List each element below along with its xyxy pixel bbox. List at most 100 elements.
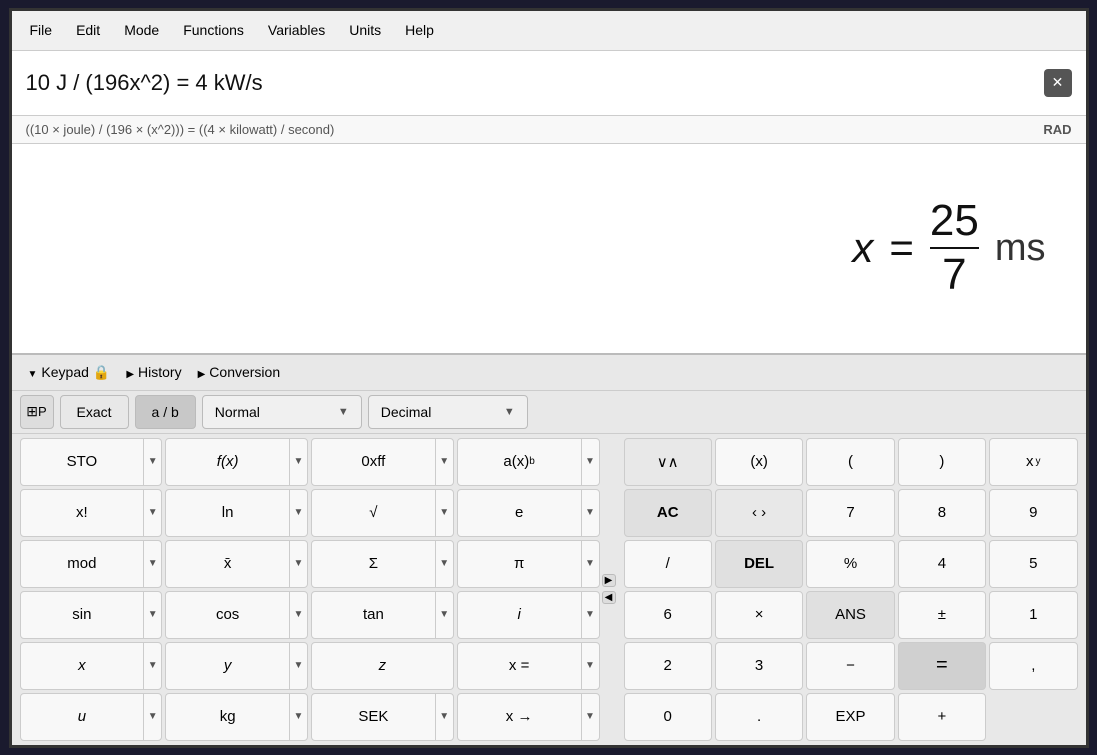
- kg-arrow[interactable]: ▼: [289, 694, 307, 740]
- paren-x-button[interactable]: (x): [715, 438, 803, 486]
- axb-arrow[interactable]: ▼: [581, 439, 599, 485]
- sto-arrow[interactable]: ▼: [143, 439, 161, 485]
- imaginary-arrow[interactable]: ▼: [581, 592, 599, 638]
- menu-bar: File Edit Mode Functions Variables Units…: [12, 11, 1086, 51]
- exact-button[interactable]: Exact: [60, 395, 129, 429]
- fx-arrow[interactable]: ▼: [289, 439, 307, 485]
- sigma-button[interactable]: Σ ▼: [311, 540, 454, 588]
- del-button[interactable]: DEL: [715, 540, 803, 588]
- equals-button[interactable]: =: [898, 642, 986, 690]
- exp-button[interactable]: EXP: [806, 693, 894, 741]
- tan-button[interactable]: tan ▼: [311, 591, 454, 639]
- axb-button[interactable]: a(x)b ▼: [457, 438, 600, 486]
- cos-arrow[interactable]: ▼: [289, 592, 307, 638]
- xeq-arrow[interactable]: ▼: [581, 643, 599, 689]
- result-fraction: 25 7: [930, 197, 979, 300]
- minus-button[interactable]: −: [806, 642, 894, 690]
- var-u-button[interactable]: u ▼: [20, 693, 163, 741]
- comma-button[interactable]: ,: [989, 642, 1077, 690]
- nav-updown-button[interactable]: ∨∧: [624, 438, 712, 486]
- tan-arrow[interactable]: ▼: [435, 592, 453, 638]
- euler-button[interactable]: e ▼: [457, 489, 600, 537]
- pi-arrow[interactable]: ▼: [581, 541, 599, 587]
- xarrow-button[interactable]: x → ▼: [457, 693, 600, 741]
- percent-button[interactable]: %: [806, 540, 894, 588]
- menu-mode[interactable]: Mode: [114, 18, 169, 42]
- var-x-button[interactable]: x ▼: [20, 642, 163, 690]
- fraction-button[interactable]: a / b: [135, 395, 196, 429]
- menu-functions[interactable]: Functions: [173, 18, 254, 42]
- expand-right-arrow[interactable]: ▶: [602, 574, 616, 587]
- decimal-dropdown[interactable]: Decimal ▼: [368, 395, 528, 429]
- keypad-left: STO ▼ f(x) ▼ 0xff ▼ a(x)b ▼ x!: [20, 438, 600, 741]
- var-y-button[interactable]: y ▼: [165, 642, 308, 690]
- var-y-arrow[interactable]: ▼: [289, 643, 307, 689]
- digit-0-button[interactable]: 0: [624, 693, 712, 741]
- var-z-button[interactable]: z: [311, 642, 454, 690]
- var-u-arrow[interactable]: ▼: [143, 694, 161, 740]
- sek-button[interactable]: SEK ▼: [311, 693, 454, 741]
- digit-2-button[interactable]: 2: [624, 642, 712, 690]
- plusminus-button[interactable]: ±: [898, 591, 986, 639]
- digit-4-button[interactable]: 4: [898, 540, 986, 588]
- kg-button[interactable]: kg ▼: [165, 693, 308, 741]
- digit-6-button[interactable]: 6: [624, 591, 712, 639]
- fx-button[interactable]: f(x) ▼: [165, 438, 308, 486]
- digit-5-button[interactable]: 5: [989, 540, 1077, 588]
- divide-button[interactable]: /: [624, 540, 712, 588]
- expression-line: ((10 × joule) / (196 × (x^2))) = ((4 × k…: [12, 116, 1086, 144]
- digit-8-button[interactable]: 8: [898, 489, 986, 537]
- menu-help[interactable]: Help: [395, 18, 444, 42]
- digit-7-button[interactable]: 7: [806, 489, 894, 537]
- factorial-button[interactable]: x! ▼: [20, 489, 163, 537]
- normal-dropdown[interactable]: Normal ▼: [202, 395, 362, 429]
- hex-arrow[interactable]: ▼: [435, 439, 453, 485]
- factorial-arrow[interactable]: ▼: [143, 490, 161, 536]
- sigma-arrow[interactable]: ▼: [435, 541, 453, 587]
- mod-arrow[interactable]: ▼: [143, 541, 161, 587]
- mod-button[interactable]: mod ▼: [20, 540, 163, 588]
- ac-button[interactable]: AC: [624, 489, 712, 537]
- plus-button[interactable]: +: [898, 693, 986, 741]
- expression-input[interactable]: [26, 70, 1044, 96]
- sek-arrow[interactable]: ▼: [435, 694, 453, 740]
- ans-button[interactable]: ANS: [806, 591, 894, 639]
- history-toggle[interactable]: History: [120, 361, 187, 383]
- keypad-label: Keypad: [41, 364, 88, 380]
- euler-arrow[interactable]: ▼: [581, 490, 599, 536]
- menu-units[interactable]: Units: [339, 18, 391, 42]
- sqrt-button[interactable]: √ ▼: [311, 489, 454, 537]
- open-paren-button[interactable]: (: [806, 438, 894, 486]
- mean-button[interactable]: x̄ ▼: [165, 540, 308, 588]
- digit-3-button[interactable]: 3: [715, 642, 803, 690]
- pi-button[interactable]: π ▼: [457, 540, 600, 588]
- clear-button[interactable]: ✕: [1044, 69, 1072, 97]
- sin-button[interactable]: sin ▼: [20, 591, 163, 639]
- xarrow-arrow[interactable]: ▼: [581, 694, 599, 740]
- mean-arrow[interactable]: ▼: [289, 541, 307, 587]
- sqrt-arrow[interactable]: ▼: [435, 490, 453, 536]
- hex-button[interactable]: 0xff ▼: [311, 438, 454, 486]
- menu-variables[interactable]: Variables: [258, 18, 335, 42]
- digit-9-button[interactable]: 9: [989, 489, 1077, 537]
- ln-arrow[interactable]: ▼: [289, 490, 307, 536]
- grid-view-button[interactable]: ⊞ P: [20, 395, 54, 429]
- nav-leftright-button[interactable]: ‹ ›: [715, 489, 803, 537]
- multiply-button[interactable]: ×: [715, 591, 803, 639]
- imaginary-button[interactable]: i ▼: [457, 591, 600, 639]
- menu-file[interactable]: File: [20, 18, 63, 42]
- conversion-toggle[interactable]: Conversion: [192, 361, 287, 383]
- menu-edit[interactable]: Edit: [66, 18, 110, 42]
- expand-left-arrow[interactable]: ◀: [602, 591, 616, 604]
- close-paren-button[interactable]: ): [898, 438, 986, 486]
- power-button[interactable]: xy: [989, 438, 1077, 486]
- digit-1-button[interactable]: 1: [989, 591, 1077, 639]
- ln-button[interactable]: ln ▼: [165, 489, 308, 537]
- xeq-button[interactable]: x = ▼: [457, 642, 600, 690]
- sin-arrow[interactable]: ▼: [143, 592, 161, 638]
- decimal-button[interactable]: .: [715, 693, 803, 741]
- sto-button[interactable]: STO ▼: [20, 438, 163, 486]
- cos-button[interactable]: cos ▼: [165, 591, 308, 639]
- var-x-arrow[interactable]: ▼: [143, 643, 161, 689]
- keypad-toggle[interactable]: Keypad 🔒: [22, 361, 117, 384]
